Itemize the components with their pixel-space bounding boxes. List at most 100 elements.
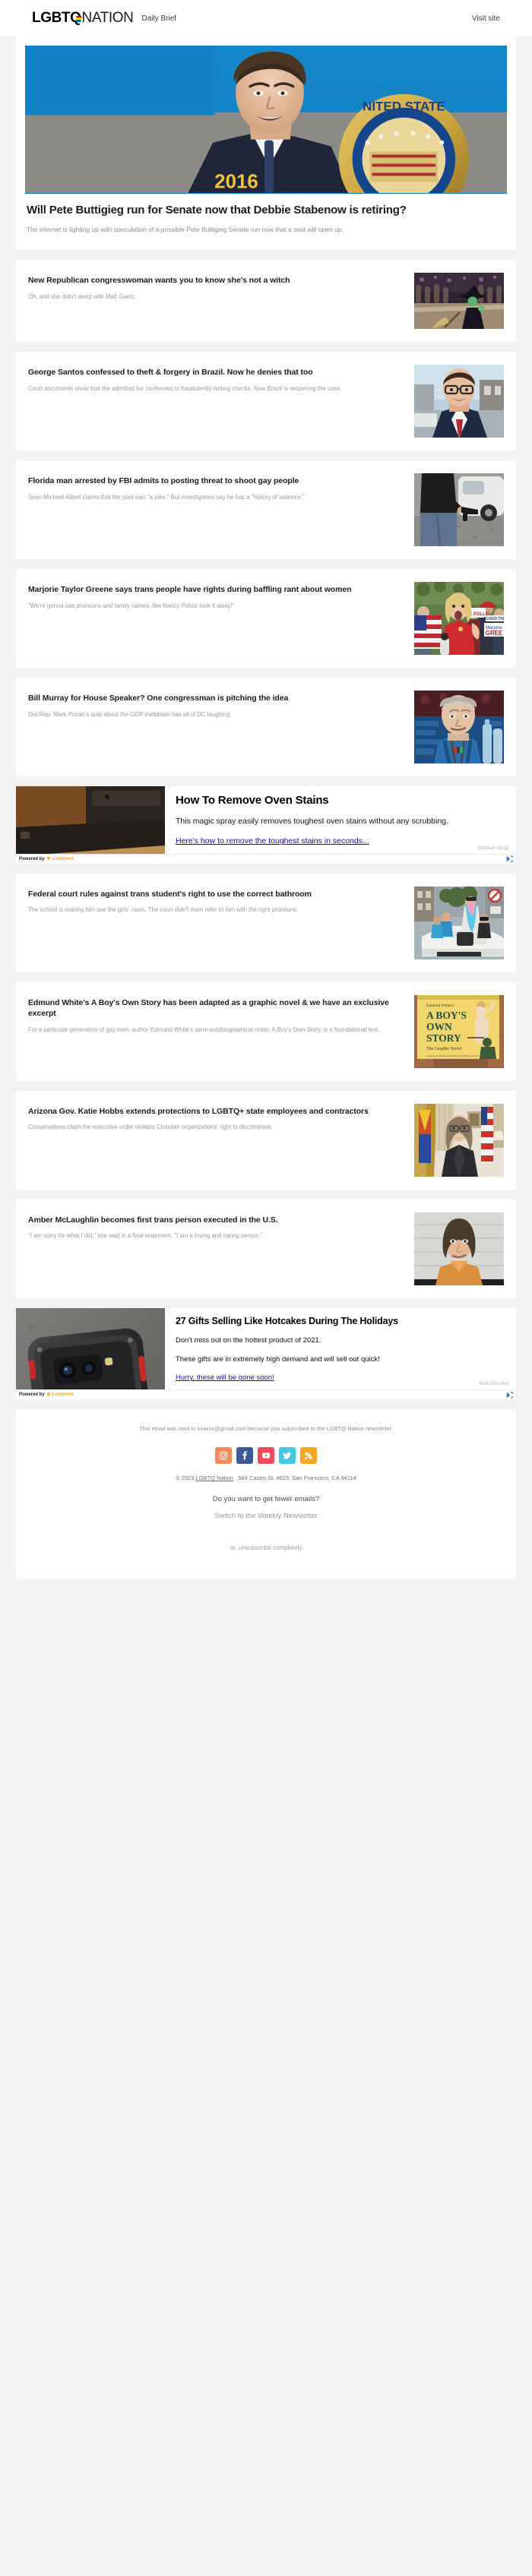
ad-content[interactable]: 27 Gifts Selling Like Hotcakes During Th… xyxy=(16,1307,516,1390)
george-santos-photo xyxy=(414,365,504,438)
article-card[interactable]: Arizona Gov. Katie Hobbs extends protect… xyxy=(16,1090,516,1190)
svg-text:The Graphic Novel: The Graphic Novel xyxy=(426,1047,462,1051)
article-row[interactable]: Federal court rules against trans studen… xyxy=(16,874,516,972)
liveintent-mark-icon xyxy=(46,1392,51,1398)
article-dek: For a particular generation of gay men, … xyxy=(28,1026,380,1033)
ad-image-gifts[interactable] xyxy=(16,1307,165,1390)
ad-attribution-bar: Powered by LiveIntent xyxy=(16,1389,516,1400)
svg-text:GREE: GREE xyxy=(486,630,503,637)
ad-body-text-2: These gifts are in extremely high demand… xyxy=(176,1354,380,1364)
hero-photo-illustration: NITED STATE 2016 xyxy=(25,46,507,194)
svg-text:2016: 2016 xyxy=(214,171,258,192)
article-title[interactable]: George Santos confessed to theft & forge… xyxy=(28,367,404,378)
masthead: LGBTQNATION Daily Brief Visit site xyxy=(0,0,532,36)
visit-site-link[interactable]: Visit site xyxy=(472,14,500,23)
adchoices-icon[interactable] xyxy=(506,1391,513,1399)
hero-article-dek: The internet is lighting up with specula… xyxy=(27,226,344,234)
facebook-icon[interactable] xyxy=(236,1447,253,1465)
marjorie-taylor-greene-rally-photo: THE POLLS! Marjorie GREE FLOOD THE xyxy=(414,582,504,656)
article-card[interactable]: Marjorie Taylor Greene says trans people… xyxy=(16,569,516,668)
article-row[interactable]: Arizona Gov. Katie Hobbs extends protect… xyxy=(16,1091,516,1190)
article-text: Bill Murray for House Speaker? One congr… xyxy=(28,691,404,719)
article-text: Marjorie Taylor Greene says trans people… xyxy=(28,582,404,611)
email-footer: This email was sent to xxxxxx@gmail.com … xyxy=(16,1409,516,1580)
ad-image-oven-cleaning[interactable] xyxy=(16,786,165,854)
article-title[interactable]: Federal court rules against trans studen… xyxy=(28,889,404,900)
youtube-icon[interactable] xyxy=(258,1447,274,1465)
article-thumbnail[interactable]: Edmund White's A BOY'S OWN STORY The Gra… xyxy=(414,994,504,1068)
katie-hobbs-photo xyxy=(414,1103,504,1177)
hero-article-image[interactable]: NITED STATE 2016 xyxy=(25,46,507,194)
article-thumbnail[interactable] xyxy=(414,473,504,547)
logo-text-light: NATION xyxy=(81,10,134,26)
twitter-icon[interactable] xyxy=(279,1447,296,1465)
newsletter-body: NITED STATE 2016 Will Pete Buttigieg run… xyxy=(0,36,532,1580)
article-thumbnail[interactable] xyxy=(414,691,504,764)
article-card[interactable]: Federal court rules against trans studen… xyxy=(16,873,516,972)
article-thumbnail[interactable] xyxy=(414,1103,504,1177)
article-row[interactable]: Marjorie Taylor Greene says trans people… xyxy=(16,569,516,668)
article-title[interactable]: Edmund White's A Boy's Own Story has bee… xyxy=(28,997,404,1019)
ad-powered-by-label: Powered by xyxy=(19,856,45,861)
article-card[interactable]: Edmund White's A Boy's Own Story has bee… xyxy=(16,981,516,1081)
article-title[interactable]: New Republican congresswoman wants you t… xyxy=(28,275,404,286)
ad-text-gifts: 27 Gifts Selling Like Hotcakes During Th… xyxy=(165,1308,516,1390)
liveintent-logo[interactable]: LiveIntent xyxy=(46,856,74,861)
liveintent-wordmark: LiveIntent xyxy=(52,856,74,861)
ad-cta-link[interactable]: Hurry, these will be gone soon! xyxy=(176,1373,274,1383)
article-text: Federal court rules against trans studen… xyxy=(28,887,404,915)
article-dek: "We're gonna use pronouns and family nam… xyxy=(28,602,235,610)
newsletter-section-label: Daily Brief xyxy=(141,14,177,23)
site-logo[interactable]: LGBTQNATION xyxy=(32,10,134,27)
fewer-emails-question: Do you want to get fewer emails? xyxy=(212,1495,320,1504)
ad-sponsor-label: Best Gifts Hub xyxy=(479,1382,508,1387)
advertisement-card-gifts[interactable]: 27 Gifts Selling Like Hotcakes During Th… xyxy=(16,1307,516,1400)
youtube-glyph xyxy=(261,1452,271,1459)
article-row[interactable]: Amber McLaughlin becomes first trans per… xyxy=(16,1199,516,1298)
ad-body-text-1: Don't miss out on the hottest product of… xyxy=(176,1335,321,1345)
liveintent-logo[interactable]: LiveIntent xyxy=(46,1392,74,1398)
article-row[interactable]: George Santos confessed to theft & forge… xyxy=(16,352,516,450)
article-card[interactable]: Amber McLaughlin becomes first trans per… xyxy=(16,1199,516,1298)
article-title[interactable]: Arizona Gov. Katie Hobbs extends protect… xyxy=(28,1106,404,1117)
unsubscribe-link[interactable]: or, unsubscribe completely xyxy=(230,1544,302,1551)
article-row[interactable]: Edmund White's A Boy's Own Story has bee… xyxy=(16,982,516,1081)
article-card[interactable]: New Republican congresswoman wants you t… xyxy=(16,260,516,343)
article-thumbnail[interactable] xyxy=(414,273,504,330)
ad-content[interactable]: How To Remove Oven Stains This magic spr… xyxy=(16,786,516,854)
article-thumbnail[interactable] xyxy=(414,886,504,959)
article-title[interactable]: Florida man arrested by FBI admits to po… xyxy=(28,476,404,487)
copyright-site-link[interactable]: LGBTQ Nation xyxy=(196,1474,233,1481)
article-title[interactable]: Amber McLaughlin becomes first trans per… xyxy=(28,1215,404,1226)
facebook-glyph xyxy=(242,1451,247,1460)
ad-attribution-bar: Powered by LiveIntent xyxy=(16,853,516,864)
hero-article-card[interactable]: NITED STATE 2016 Will Pete Buttigieg run… xyxy=(16,36,516,251)
article-thumbnail[interactable] xyxy=(414,1212,504,1285)
article-thumbnail[interactable] xyxy=(414,365,504,438)
article-title[interactable]: Bill Murray for House Speaker? One congr… xyxy=(28,693,404,704)
article-text: Florida man arrested by FBI admits to po… xyxy=(28,473,404,502)
ad-cta-link[interactable]: Here's how to remove the toughest stains… xyxy=(176,836,369,847)
article-title[interactable]: Marjorie Taylor Greene says trans people… xyxy=(28,584,404,596)
switch-to-weekly-link[interactable]: Switch to the Weekly Newsletter xyxy=(39,1512,493,1520)
rugged-phone-case-photo xyxy=(16,1307,165,1390)
ad-text-oven: How To Remove Oven Stains This magic spr… xyxy=(165,786,516,853)
article-text: New Republican congresswoman wants you t… xyxy=(28,273,404,302)
hero-article-title[interactable]: Will Pete Buttigieg run for Senate now t… xyxy=(27,203,505,218)
rss-glyph xyxy=(305,1452,312,1460)
pride-parade-convertible-photo xyxy=(414,886,504,959)
article-row[interactable]: New Republican congresswoman wants you t… xyxy=(16,260,516,342)
man-with-gun-photo xyxy=(414,473,504,547)
svg-text:NITED STATE: NITED STATE xyxy=(363,100,445,114)
instagram-icon[interactable] xyxy=(215,1447,232,1465)
article-card[interactable]: Florida man arrested by FBI admits to po… xyxy=(16,460,516,560)
article-card[interactable]: Bill Murray for House Speaker? One congr… xyxy=(16,678,516,777)
article-text: Amber McLaughlin becomes first trans per… xyxy=(28,1212,404,1241)
article-thumbnail[interactable]: THE POLLS! Marjorie GREE FLOOD THE xyxy=(414,582,504,656)
article-card[interactable]: George Santos confessed to theft & forge… xyxy=(16,352,516,451)
advertisement-card-oven[interactable]: How To Remove Oven Stains This magic spr… xyxy=(16,786,516,864)
rss-icon[interactable] xyxy=(300,1447,317,1465)
article-row[interactable]: Florida man arrested by FBI admits to po… xyxy=(16,460,516,559)
article-row[interactable]: Bill Murray for House Speaker? One congr… xyxy=(16,678,516,776)
adchoices-icon[interactable] xyxy=(506,855,513,862)
